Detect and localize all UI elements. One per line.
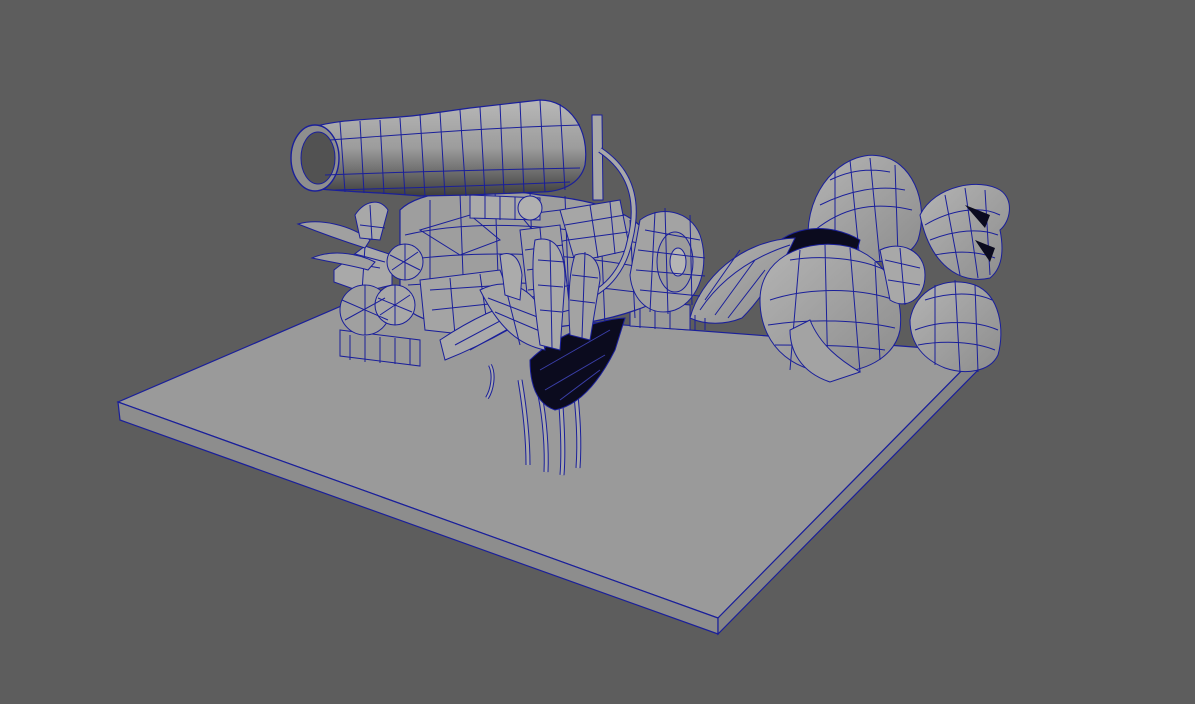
viewport-scene[interactable] (0, 0, 1195, 704)
gear-wheel[interactable] (629, 207, 706, 315)
exhaust-pipe[interactable] (290, 99, 587, 197)
3d-viewport[interactable] (0, 0, 1195, 704)
